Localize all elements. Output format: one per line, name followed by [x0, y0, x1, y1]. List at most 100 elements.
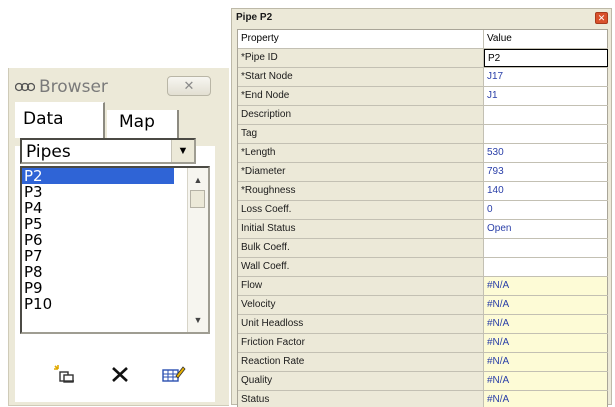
browser-title-bar: Browser ✕	[9, 70, 229, 100]
property-label: Loss Coeff.	[238, 201, 484, 219]
property-value[interactable]: 530	[484, 144, 608, 162]
tab-map[interactable]: Map	[107, 110, 179, 138]
property-label: Wall Coeff.	[238, 258, 484, 276]
list-item[interactable]: P8	[22, 264, 172, 280]
table-row: *Length 530	[238, 144, 608, 163]
table-row: *End Node J1	[238, 87, 608, 106]
list-item[interactable]: P5	[22, 216, 172, 232]
screen: Browser ✕ Data Map Pipes ▼ P2 P3 P4 P5 P…	[0, 0, 615, 407]
property-value-readonly: #N/A	[484, 353, 608, 371]
property-value-readonly: #N/A	[484, 372, 608, 390]
property-value[interactable]: J17	[484, 68, 608, 86]
property-value[interactable]: J1	[484, 87, 608, 105]
table-row: Loss Coeff. 0	[238, 201, 608, 220]
edit-object-icon	[162, 366, 186, 382]
table-row: *Roughness 140	[238, 182, 608, 201]
scroll-down-icon[interactable]: ▼	[188, 310, 208, 330]
property-value[interactable]: 140	[484, 182, 608, 200]
edit-object-button[interactable]	[160, 363, 186, 385]
add-object-button[interactable]	[52, 363, 78, 385]
property-label: *Roughness	[238, 182, 484, 200]
property-label: *Length	[238, 144, 484, 162]
browser-title: Browser	[39, 77, 108, 97]
property-editor-close-button[interactable]: ✕	[595, 12, 608, 24]
delete-object-button[interactable]	[108, 363, 134, 385]
scroll-up-icon[interactable]: ▲	[188, 170, 208, 190]
column-header-value: Value	[484, 30, 608, 48]
property-label: Friction Factor	[238, 334, 484, 352]
scroll-thumb[interactable]	[190, 190, 205, 208]
property-label: Status	[238, 391, 484, 407]
close-icon: ✕	[597, 13, 606, 23]
property-value[interactable]: Open	[484, 220, 608, 238]
property-value-input[interactable]: P2	[484, 49, 608, 67]
table-row: Bulk Coeff.	[238, 239, 608, 258]
object-category-value: Pipes	[26, 142, 71, 162]
property-label: *Start Node	[238, 68, 484, 86]
property-label: Unit Headloss	[238, 315, 484, 333]
object-list[interactable]: P2 P3 P4 P5 P6 P7 P8 P9 P10 ▲ ▼	[20, 166, 210, 334]
list-item[interactable]: P7	[22, 248, 172, 264]
browser-app-icon	[14, 80, 36, 92]
column-header-property: Property	[238, 30, 484, 48]
browser-close-button[interactable]: ✕	[167, 76, 211, 96]
table-row: *Start Node J17	[238, 68, 608, 87]
chevron-down-icon[interactable]: ▼	[171, 140, 194, 162]
tab-data[interactable]: Data	[15, 102, 105, 138]
property-value-readonly: #N/A	[484, 296, 608, 314]
property-label: *Pipe ID	[238, 49, 484, 67]
browser-tabs: Data Map	[9, 102, 229, 142]
grid-header: Property Value	[238, 30, 608, 49]
table-row: *Diameter 793	[238, 163, 608, 182]
list-item[interactable]: P9	[22, 280, 172, 296]
object-list-items: P2 P3 P4 P5 P6 P7 P8 P9 P10	[22, 168, 174, 312]
table-row: Tag	[238, 125, 608, 144]
property-value-readonly: #N/A	[484, 315, 608, 333]
property-value[interactable]	[484, 125, 608, 143]
property-editor-title: Pipe P2	[236, 12, 273, 23]
property-label: Initial Status	[238, 220, 484, 238]
table-row: Velocity #N/A	[238, 296, 608, 315]
tab-map-label: Map	[119, 112, 155, 132]
property-label: Velocity	[238, 296, 484, 314]
list-item[interactable]: P3	[22, 184, 172, 200]
table-row: Friction Factor #N/A	[238, 334, 608, 353]
table-row: Flow #N/A	[238, 277, 608, 296]
property-value[interactable]	[484, 239, 608, 257]
property-value[interactable]	[484, 106, 608, 124]
property-label: *End Node	[238, 87, 484, 105]
table-row: Reaction Rate #N/A	[238, 353, 608, 372]
property-label: *Diameter	[238, 163, 484, 181]
object-category-select[interactable]: Pipes ▼	[20, 138, 196, 164]
property-label: Bulk Coeff.	[238, 239, 484, 257]
table-row: Wall Coeff.	[238, 258, 608, 277]
list-item[interactable]: P2	[22, 168, 174, 184]
list-item[interactable]: P10	[22, 296, 172, 312]
property-value[interactable]: 0	[484, 201, 608, 219]
table-row: Quality #N/A	[238, 372, 608, 391]
close-icon: ✕	[183, 78, 195, 93]
add-object-icon	[54, 365, 74, 383]
table-row: Status #N/A	[238, 391, 608, 407]
table-row: Initial Status Open	[238, 220, 608, 239]
property-value-readonly: #N/A	[484, 277, 608, 295]
property-label: Flow	[238, 277, 484, 295]
property-value[interactable]	[484, 258, 608, 276]
property-value[interactable]: 793	[484, 163, 608, 181]
property-editor-title-bar: Pipe P2 ✕	[232, 9, 611, 28]
property-label: Tag	[238, 125, 484, 143]
object-list-scrollbar[interactable]: ▲ ▼	[187, 168, 208, 332]
property-label: Description	[238, 106, 484, 124]
tab-data-label: Data	[23, 109, 64, 129]
table-row: *Pipe ID P2	[238, 49, 608, 68]
property-label: Quality	[238, 372, 484, 390]
list-item[interactable]: P4	[22, 200, 172, 216]
property-editor: Pipe P2 ✕ Property Value *Pipe ID P2 *St…	[231, 8, 612, 407]
property-value-readonly: #N/A	[484, 391, 608, 407]
property-grid: Property Value *Pipe ID P2 *Start Node J…	[237, 29, 608, 407]
delete-x-icon	[112, 367, 128, 382]
property-label: Reaction Rate	[238, 353, 484, 371]
table-row: Unit Headloss #N/A	[238, 315, 608, 334]
table-row: Description	[238, 106, 608, 125]
list-item[interactable]: P6	[22, 232, 172, 248]
